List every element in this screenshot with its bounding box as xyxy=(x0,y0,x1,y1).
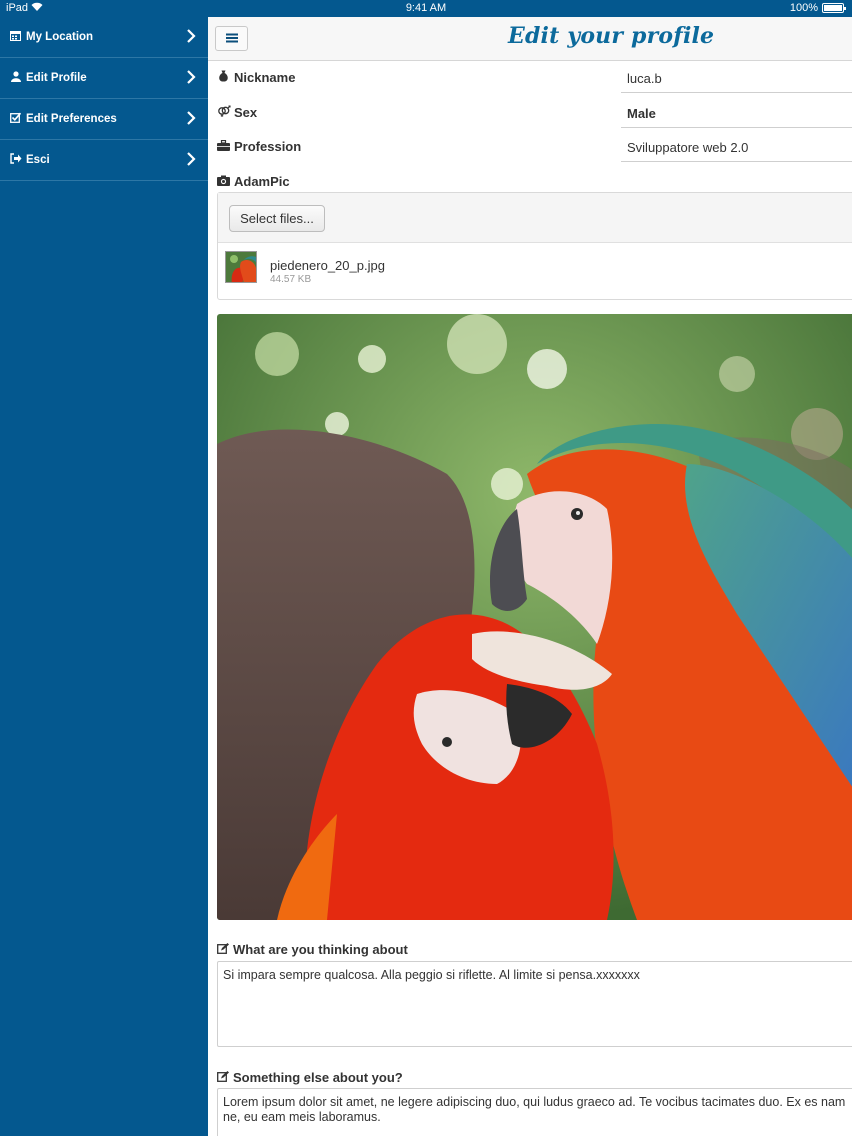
file-name: piedenero_20_p.jpg xyxy=(270,258,385,273)
nickname-row: Nickname luca.b xyxy=(217,62,852,93)
user-icon xyxy=(9,71,22,85)
file-size: 44.57 KB xyxy=(270,274,312,285)
nickname-field[interactable]: luca.b xyxy=(621,62,852,93)
sidebar-item-label: Edit Profile xyxy=(26,72,87,84)
sex-select[interactable]: Male xyxy=(621,97,852,128)
sidebar-item-label: Edit Preferences xyxy=(26,113,117,125)
camera-icon xyxy=(217,174,230,189)
edit-icon xyxy=(217,942,229,957)
battery-icon xyxy=(822,3,846,13)
main-content: Edit your profile Nickname luca.b Sex Ma… xyxy=(208,17,852,1136)
sidebar-item-edit-profile[interactable]: Edit Profile xyxy=(0,58,208,99)
gender-icon xyxy=(217,105,231,120)
file-thumbnail xyxy=(225,251,257,283)
sidebar: My Location Edit Profile Edit Preference… xyxy=(0,17,208,1136)
thinking-textarea[interactable]: Si impara sempre qualcosa. Alla peggio s… xyxy=(217,961,852,1047)
chevron-right-icon xyxy=(187,111,196,125)
profession-label: Profession xyxy=(217,139,301,154)
calendar-icon xyxy=(9,30,22,44)
profession-field[interactable]: Sviluppatore web 2.0 xyxy=(621,131,852,162)
sex-label: Sex xyxy=(217,105,257,120)
file-upload: Select files... piedenero_20_p.jpg 44.57… xyxy=(217,192,852,300)
hamburger-icon xyxy=(225,30,238,48)
page-title: Edit your profile xyxy=(508,23,715,49)
nickname-label: Nickname xyxy=(217,70,295,85)
sidebar-item-my-location[interactable]: My Location xyxy=(0,17,208,58)
something-else-label: Something else about you? xyxy=(217,1070,403,1085)
sidebar-item-edit-preferences[interactable]: Edit Preferences xyxy=(0,99,208,140)
status-battery: 100% xyxy=(789,2,846,14)
check-square-icon xyxy=(9,112,22,126)
chevron-right-icon xyxy=(187,152,196,166)
money-bag-icon xyxy=(217,70,230,85)
menu-button[interactable] xyxy=(215,26,248,51)
profile-photo xyxy=(217,314,852,920)
chevron-right-icon xyxy=(187,70,196,84)
sidebar-item-label: Esci xyxy=(26,154,50,166)
something-else-textarea[interactable]: Lorem ipsum dolor sit amet, ne legere ad… xyxy=(217,1088,852,1136)
battery-label: 100% xyxy=(789,2,818,14)
sign-out-icon xyxy=(9,153,22,167)
upload-toolbar: Select files... xyxy=(218,193,852,243)
chevron-right-icon xyxy=(187,29,196,43)
briefcase-icon xyxy=(217,139,230,154)
status-bar: iPad 9:41 AM 100% xyxy=(0,0,852,17)
sidebar-item-esci[interactable]: Esci xyxy=(0,140,208,181)
sidebar-item-label: My Location xyxy=(26,31,94,43)
select-files-button[interactable]: Select files... xyxy=(229,205,325,232)
adampic-label: AdamPic xyxy=(217,174,290,189)
thinking-label: What are you thinking about xyxy=(217,942,408,957)
profession-row: Profession Sviluppatore web 2.0 xyxy=(217,131,852,162)
edit-icon xyxy=(217,1070,229,1085)
status-time: 9:41 AM xyxy=(405,2,447,14)
sex-row: Sex Male xyxy=(217,97,852,128)
header: Edit your profile xyxy=(208,17,852,61)
